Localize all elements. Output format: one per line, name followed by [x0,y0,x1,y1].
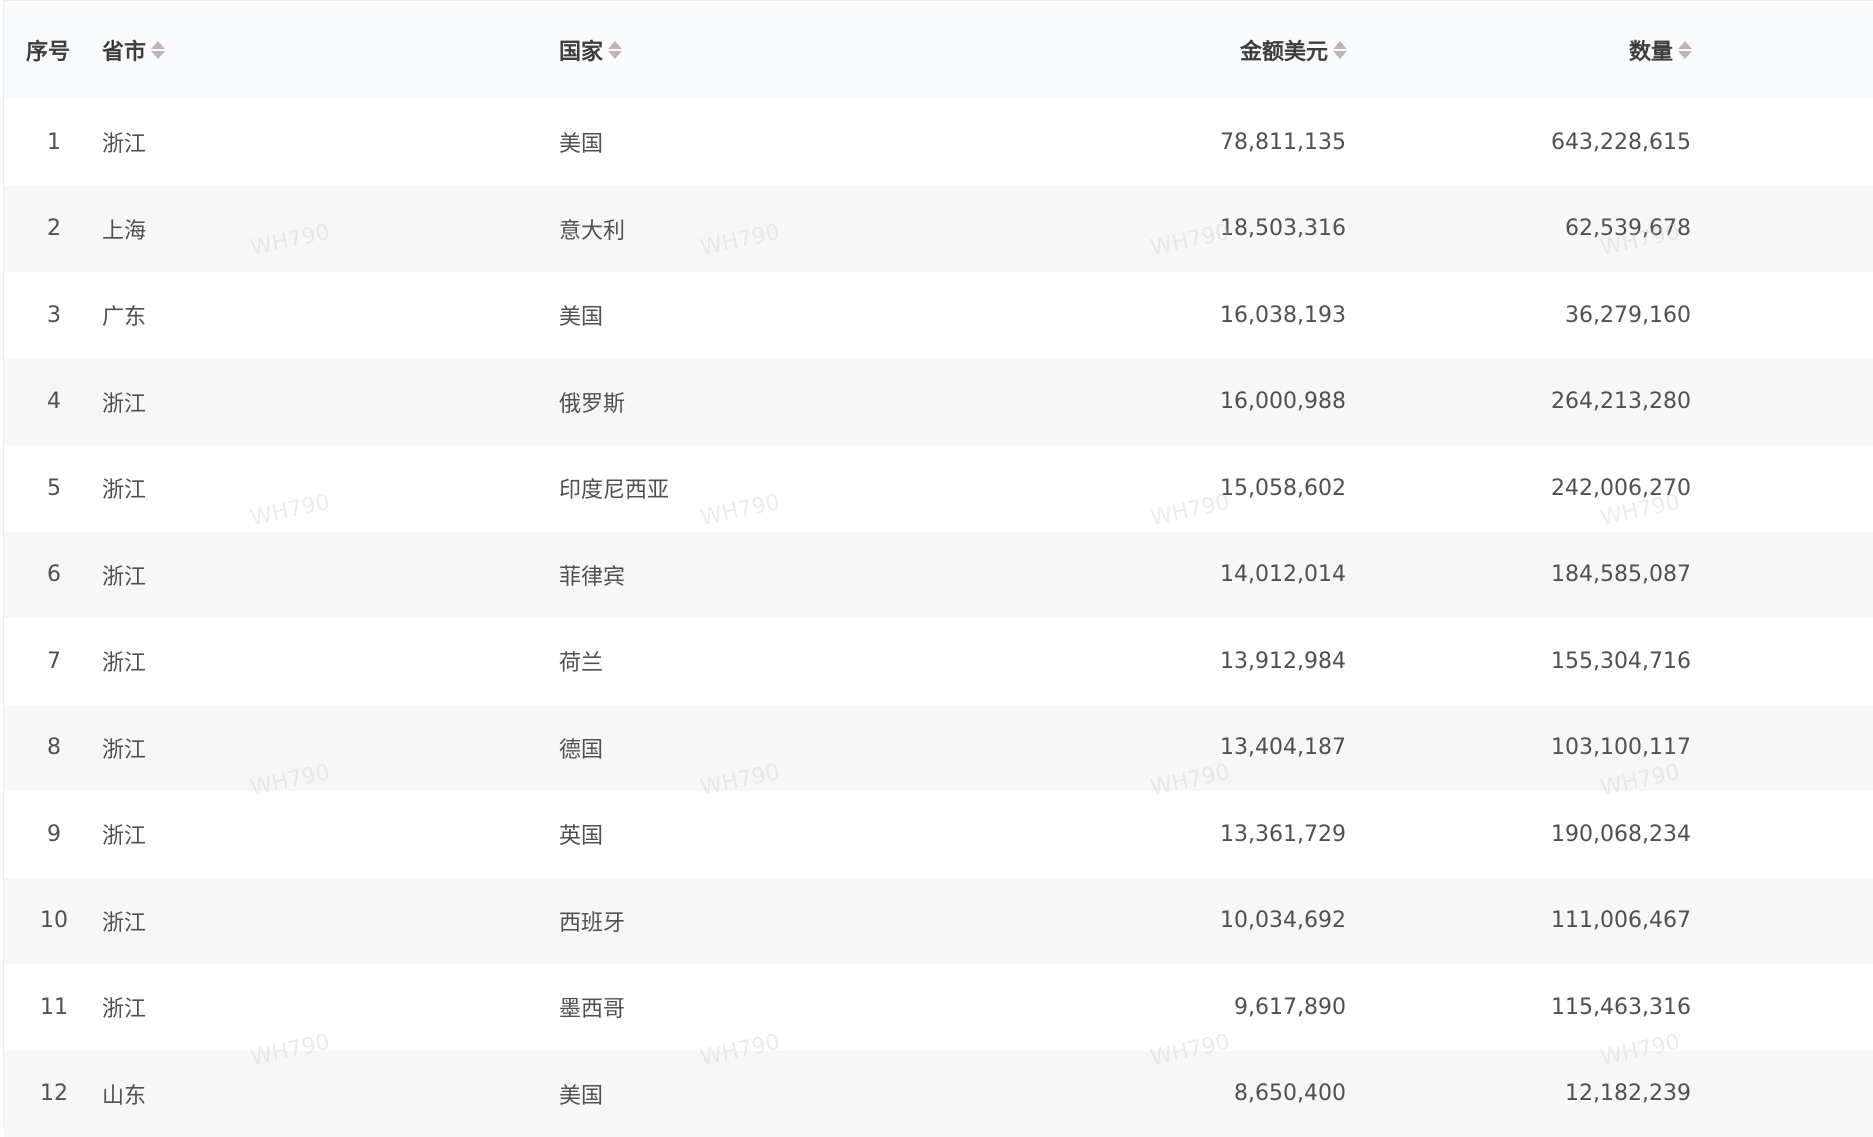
cell-province: 浙江 [102,964,502,1051]
cell-index: 2 [4,186,104,273]
cell-quantity: 62,539,678 [1404,186,1691,273]
cell-province: 广东 [102,272,502,359]
cell-index: 12 [4,1051,104,1137]
cell-quantity: 155,304,716 [1404,618,1691,705]
header-quantity[interactable]: 数量 [1404,1,1692,99]
cell-quantity: 184,585,087 [1404,532,1691,619]
header-quantity-label: 数量 [1629,34,1673,66]
sort-desc-icon[interactable] [151,51,165,59]
cell-index: 10 [4,878,104,965]
cell-amount: 16,000,988 [1004,359,1346,446]
cell-country: 墨西哥 [559,964,959,1051]
cell-quantity: 103,100,117 [1404,705,1691,792]
cell-quantity: 242,006,270 [1404,445,1691,532]
table-row[interactable]: 3广东美国 16,038,193 36,279,160 [4,272,1873,359]
cell-country: 德国 [559,705,959,792]
cell-country: 意大利 [559,186,959,273]
cell-amount: 15,058,602 [1004,445,1346,532]
sort-asc-icon[interactable] [1678,41,1692,49]
sort-asc-icon[interactable] [1333,41,1347,49]
table-header: 序号 省市 国家 金额美元 数量 [4,1,1873,99]
table-row[interactable]: 12山东美国 8,650,400 12,182,239 [4,1051,1873,1137]
cell-country: 英国 [559,791,959,878]
table-row[interactable]: 10浙江西班牙 10,034,692 111,006,467 [4,878,1873,965]
cell-quantity: 264,213,280 [1404,359,1691,446]
cell-amount: 18,503,316 [1004,186,1346,273]
cell-province: 上海 [102,186,502,273]
sort-asc-icon[interactable] [608,41,622,49]
table-row[interactable]: 5浙江印度尼西亚 15,058,602 242,006,270 [4,445,1873,532]
cell-index: 9 [4,791,104,878]
sort-desc-icon[interactable] [1678,51,1692,59]
cell-quantity: 643,228,615 [1404,99,1691,186]
table-body: 1浙江美国78,811,135643,228,6152上海意大利18,503,3… [4,99,1873,1137]
cell-quantity: 12,182,239 [1404,1051,1691,1137]
cell-country: 西班牙 [559,878,959,965]
cell-amount: 13,912,984 [1004,618,1346,705]
cell-country: 美国 [559,272,959,359]
cell-province: 浙江 [102,705,502,792]
cell-province: 山东 [102,1051,502,1137]
cell-amount: 16,038,193 [1004,272,1346,359]
header-index: 序号 [26,1,96,99]
cell-country: 俄罗斯 [559,359,959,446]
sort-icon[interactable] [1333,41,1347,59]
header-amount[interactable]: 金额美元 [1004,1,1347,99]
sort-icon[interactable] [608,41,622,59]
cell-quantity: 115,463,316 [1404,964,1691,1051]
table-row[interactable]: 4浙江俄罗斯 16,000,988 264,213,280 [4,359,1873,446]
table-row[interactable]: 7浙江荷兰 13,912,984 155,304,716 [4,618,1873,705]
cell-index: 6 [4,532,104,619]
cell-amount: 78,811,135 [1004,99,1346,186]
cell-quantity: 36,279,160 [1404,272,1691,359]
cell-country: 美国 [559,99,959,186]
cell-index: 1 [4,99,104,186]
cell-amount: 13,404,187 [1004,705,1346,792]
header-index-label: 序号 [26,34,70,66]
table-row[interactable]: 11浙江墨西哥 9,617,890 115,463,316 [4,964,1873,1051]
cell-province: 浙江 [102,618,502,705]
cell-country: 美国 [559,1051,959,1137]
cell-index: 7 [4,618,104,705]
cell-province: 浙江 [102,878,502,965]
header-province-label: 省市 [102,34,146,66]
sort-icon[interactable] [151,41,165,59]
cell-amount: 13,361,729 [1004,791,1346,878]
table-row[interactable]: 6浙江菲律宾 14,012,014 184,585,087 [4,532,1873,619]
cell-country: 印度尼西亚 [559,445,959,532]
cell-quantity: 190,068,234 [1404,791,1691,878]
cell-index: 3 [4,272,104,359]
cell-amount: 8,650,400 [1004,1051,1346,1137]
cell-index: 5 [4,445,104,532]
cell-amount: 14,012,014 [1004,532,1346,619]
sort-icon[interactable] [1678,41,1692,59]
cell-province: 浙江 [102,99,502,186]
cell-quantity: 111,006,467 [1404,878,1691,965]
table-row[interactable]: 8浙江德国 13,404,187 103,100,117 [4,705,1873,792]
cell-amount: 10,034,692 [1004,878,1346,965]
cell-amount: 9,617,890 [1004,964,1346,1051]
table-row[interactable]: 1浙江美国 78,811,135 643,228,615 [4,99,1873,186]
header-province[interactable]: 省市 [102,1,165,99]
header-amount-label: 金额美元 [1240,34,1328,66]
cell-country: 菲律宾 [559,532,959,619]
cell-index: 4 [4,359,104,446]
cell-province: 浙江 [102,445,502,532]
table-row[interactable]: 9浙江英国 13,361,729 190,068,234 [4,791,1873,878]
cell-province: 浙江 [102,359,502,446]
table-row[interactable]: 2上海意大利 18,503,316 62,539,678 [4,186,1873,273]
sort-desc-icon[interactable] [608,51,622,59]
cell-index: 11 [4,964,104,1051]
data-table: 序号 省市 国家 金额美元 数量 1浙江美国78,811,135643,228,… [3,0,1873,1127]
header-country[interactable]: 国家 [559,1,622,99]
header-country-label: 国家 [559,34,603,66]
cell-province: 浙江 [102,791,502,878]
cell-province: 浙江 [102,532,502,619]
cell-index: 8 [4,705,104,792]
cell-country: 荷兰 [559,618,959,705]
sort-desc-icon[interactable] [1333,51,1347,59]
sort-asc-icon[interactable] [151,41,165,49]
